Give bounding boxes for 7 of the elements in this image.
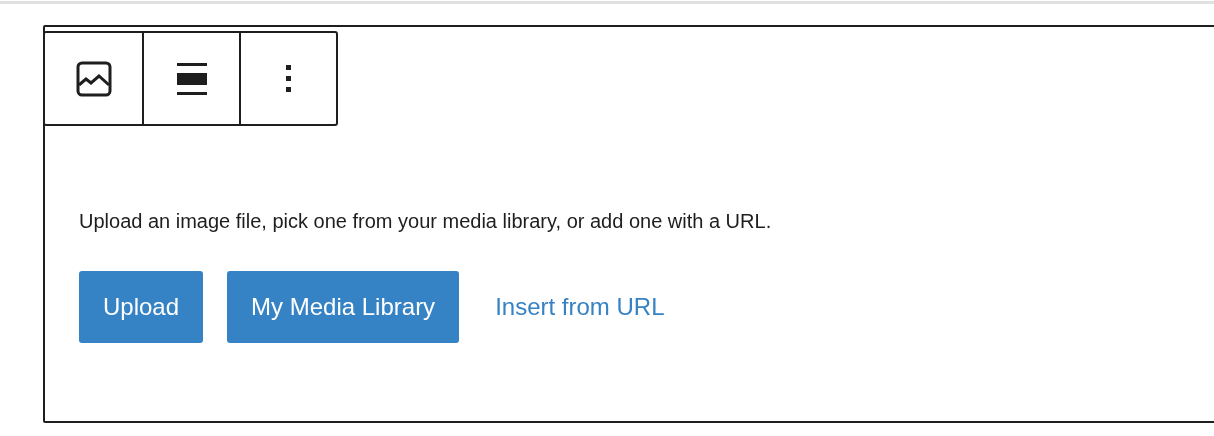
image-icon	[75, 60, 112, 97]
primary-button[interactable]: Upload	[79, 271, 204, 343]
primary-button[interactable]: My Media Library	[227, 271, 460, 343]
insert-url-link[interactable]: Insert from URL	[483, 289, 677, 325]
more-icon	[285, 64, 292, 93]
align-icon	[176, 62, 207, 95]
block-description: Upload an image file, pick one from your media library, or add one with a URL.	[79, 209, 773, 234]
